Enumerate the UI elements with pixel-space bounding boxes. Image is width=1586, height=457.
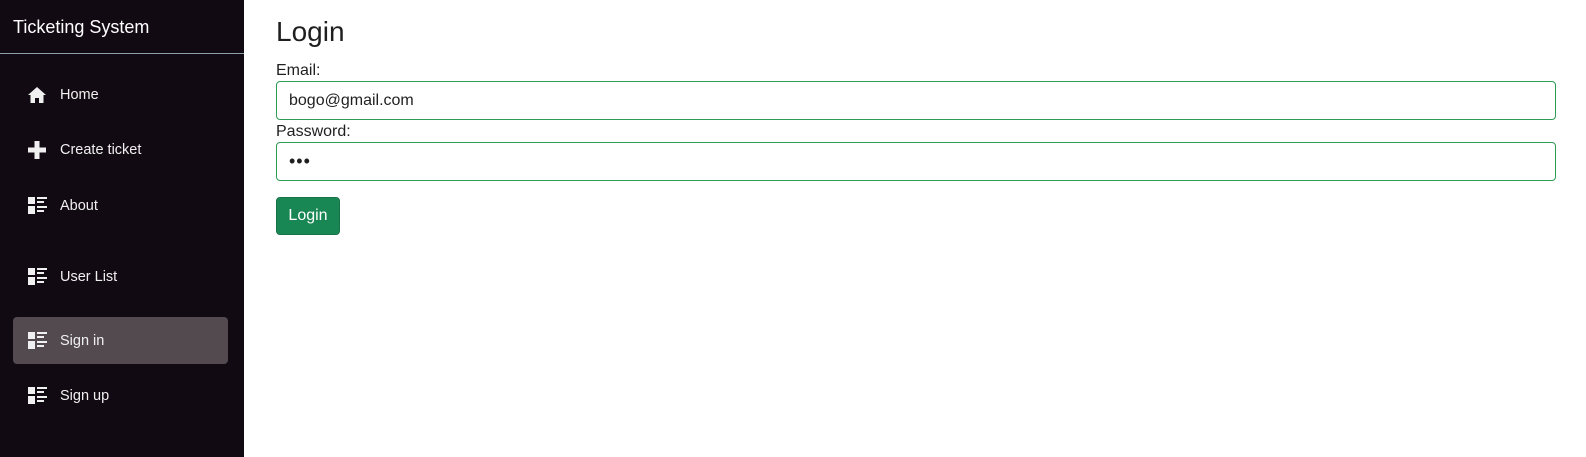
sidebar-item-label: Sign in — [60, 332, 105, 349]
email-label: Email: — [276, 62, 321, 79]
sidebar-item-sign-up[interactable]: Sign up — [13, 372, 228, 419]
page-title: Login — [276, 16, 345, 47]
sidebar-item-sign-in[interactable]: Sign in — [13, 317, 228, 364]
sidebar-item-user-list[interactable]: User List — [13, 253, 228, 300]
sidebar: Ticketing System Home Create ticket Abou… — [0, 0, 244, 457]
list-icon — [27, 331, 47, 351]
list-icon — [27, 196, 47, 216]
sidebar-item-create-ticket[interactable]: Create ticket — [13, 126, 228, 173]
email-field[interactable] — [276, 81, 1556, 120]
plus-icon — [27, 140, 47, 160]
brand-title[interactable]: Ticketing System — [0, 0, 244, 54]
list-icon — [27, 386, 47, 406]
sidebar-item-label: About — [60, 197, 98, 214]
sidebar-item-label: Create ticket — [60, 141, 142, 158]
password-label: Password: — [276, 123, 351, 140]
sidebar-item-about[interactable]: About — [13, 182, 228, 229]
home-icon — [27, 85, 47, 105]
sidebar-item-label: Sign up — [60, 387, 110, 404]
sidebar-item-home[interactable]: Home — [13, 71, 228, 118]
password-field[interactable] — [276, 142, 1556, 181]
login-button[interactable]: Login — [276, 197, 340, 235]
sidebar-item-label: Home — [60, 86, 99, 103]
list-icon — [27, 267, 47, 287]
sidebar-item-label: User List — [60, 268, 118, 285]
